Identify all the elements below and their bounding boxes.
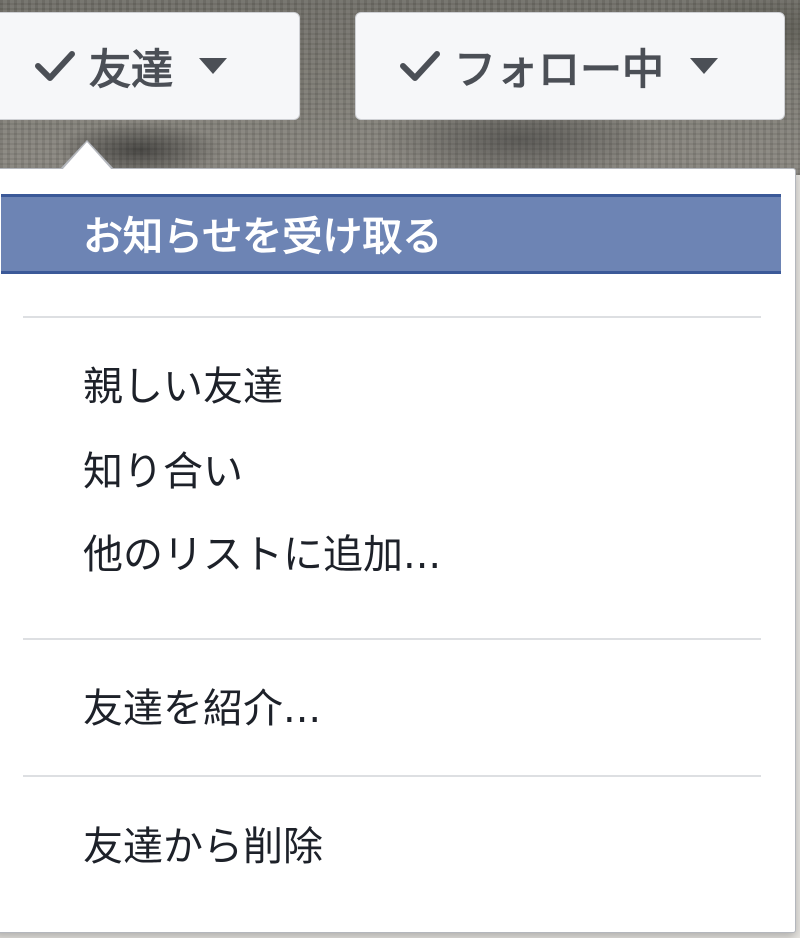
menu-item-add-to-other-list[interactable]: 他のリストに追加... bbox=[1, 527, 781, 583]
menu-divider bbox=[23, 316, 761, 318]
chevron-down-icon bbox=[690, 58, 719, 74]
friends-button-label: 友達 bbox=[89, 44, 174, 94]
following-button-label: フォロー中 bbox=[454, 44, 665, 94]
chevron-down-icon bbox=[199, 58, 228, 74]
friends-dropdown-menu: お知らせを受け取る 親しい友達 知り合い 他のリストに追加... 友達を紹介..… bbox=[0, 168, 796, 933]
menu-item-close-friends[interactable]: 親しい友達 bbox=[1, 359, 781, 415]
menu-pointer-fill bbox=[62, 142, 112, 170]
menu-item-acquaintances[interactable]: 知り合い bbox=[1, 444, 781, 500]
menu-divider bbox=[23, 638, 761, 640]
menu-item-suggest-friends[interactable]: 友達を紹介... bbox=[1, 681, 781, 737]
menu-divider bbox=[23, 775, 761, 777]
menu-item-unfriend[interactable]: 友達から削除 bbox=[1, 819, 781, 875]
friends-button[interactable]: 友達 bbox=[0, 12, 300, 120]
check-icon bbox=[398, 44, 442, 88]
page: 友達 フォロー中 お知らせを受け取る 親しい友達 知り合い 他のリストに追加..… bbox=[0, 0, 800, 938]
following-button[interactable]: フォロー中 bbox=[355, 12, 785, 120]
menu-item-get-notifications[interactable]: お知らせを受け取る bbox=[1, 194, 781, 274]
check-icon bbox=[33, 44, 77, 88]
